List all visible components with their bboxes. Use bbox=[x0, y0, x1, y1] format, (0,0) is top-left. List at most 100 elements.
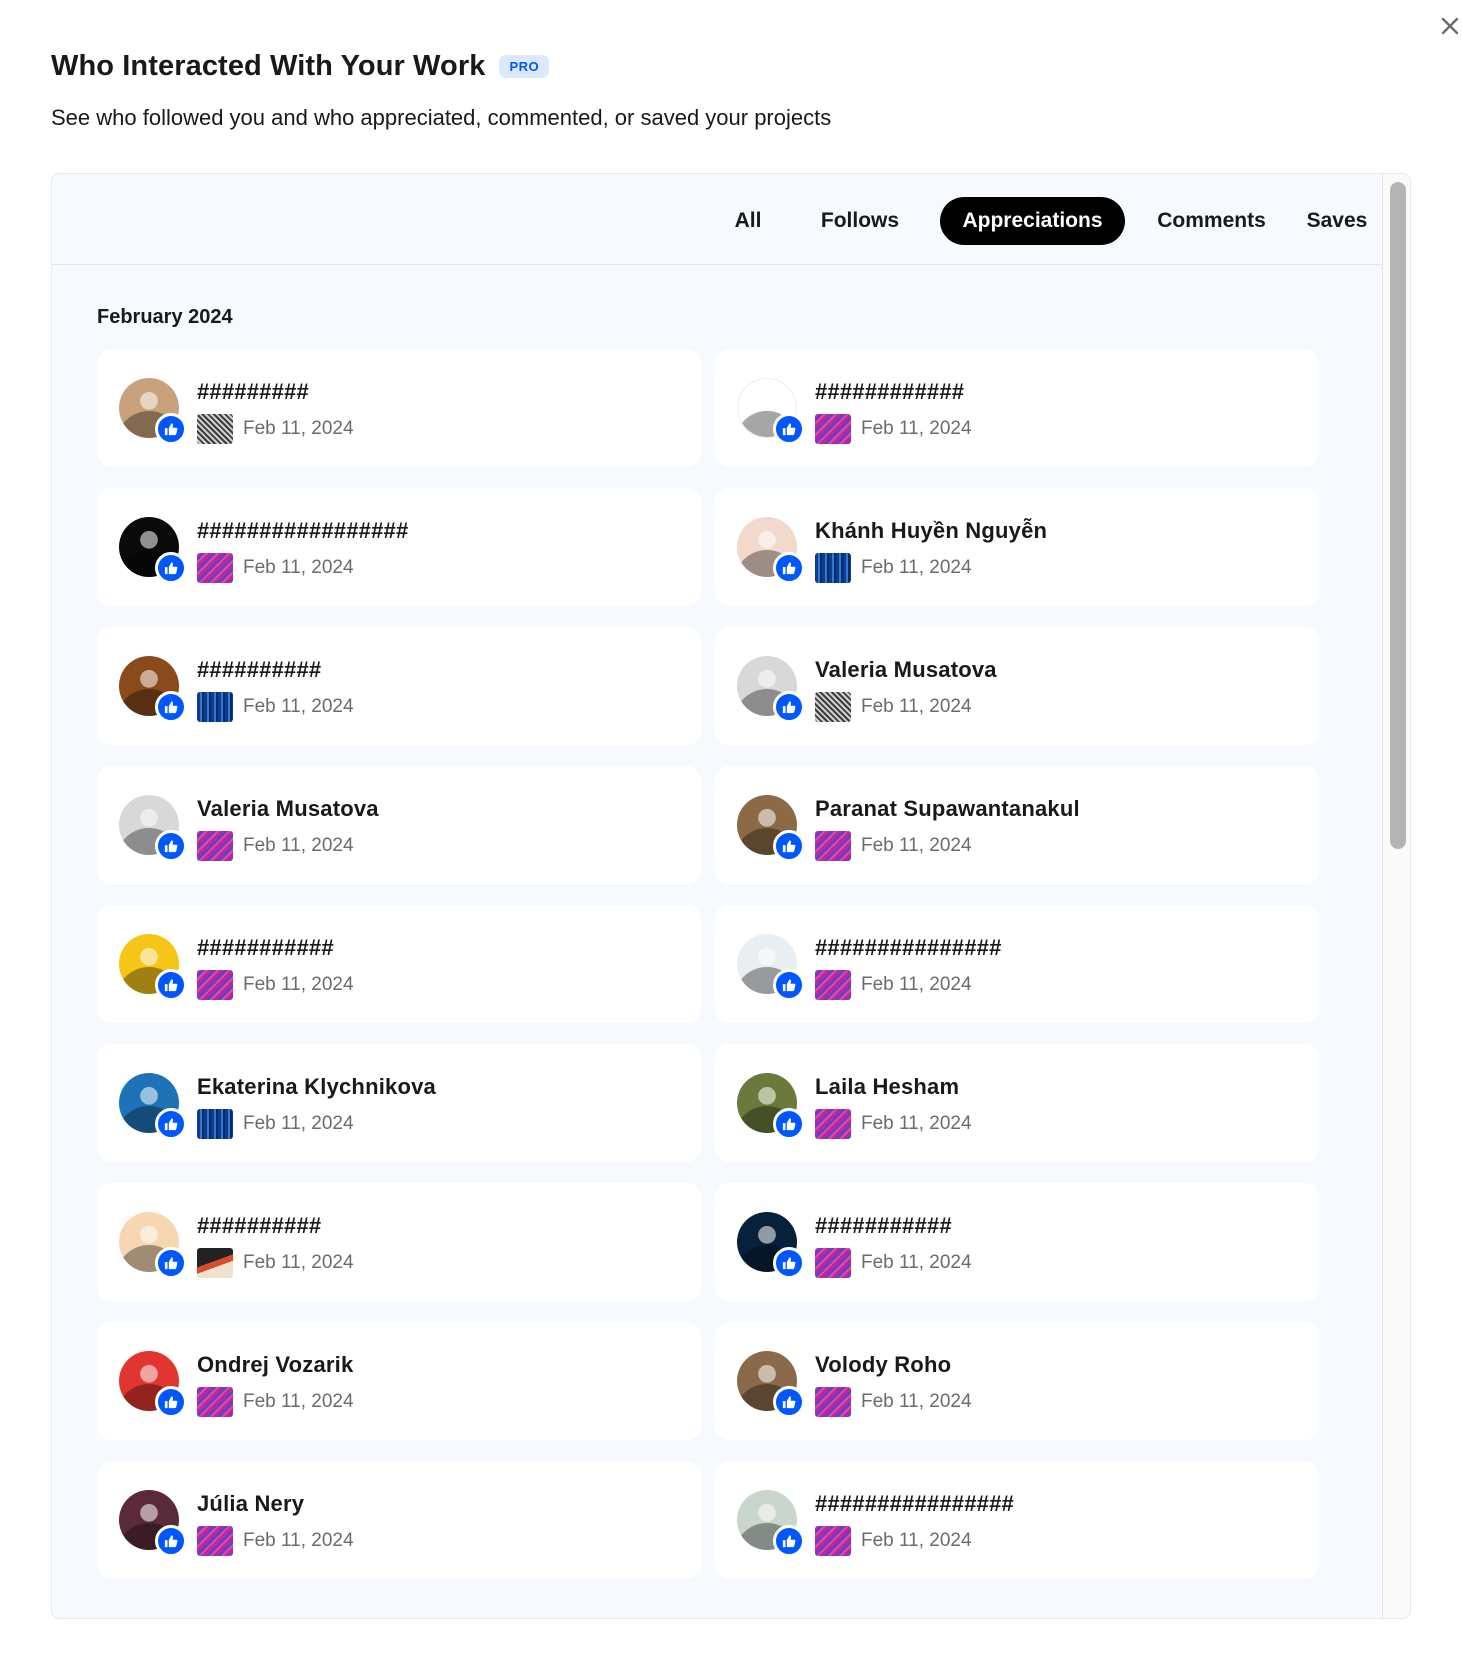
tab-saves[interactable]: Saves bbox=[1297, 197, 1377, 245]
user-name[interactable]: ######### bbox=[197, 379, 309, 405]
user-name[interactable]: ########### bbox=[197, 935, 334, 961]
project-thumbnail[interactable] bbox=[197, 970, 233, 1000]
appreciation-badge bbox=[155, 969, 187, 1001]
thumbs-up-icon bbox=[164, 1396, 178, 1409]
activity-date: Feb 11, 2024 bbox=[243, 418, 354, 439]
tab-appreciations[interactable]: Appreciations bbox=[940, 197, 1125, 245]
appreciation-badge bbox=[773, 552, 805, 584]
appreciation-badge bbox=[773, 1108, 805, 1140]
thumbs-up-icon bbox=[164, 423, 178, 436]
thumbs-up-icon bbox=[782, 562, 796, 575]
appreciation-badge bbox=[155, 1525, 187, 1557]
month-heading: February 2024 bbox=[97, 306, 233, 328]
project-thumbnail[interactable] bbox=[815, 1109, 851, 1139]
activity-card[interactable]: ############ Feb 11, 2024 bbox=[715, 349, 1319, 467]
activity-card[interactable]: Volody Roho Feb 11, 2024 bbox=[715, 1322, 1319, 1440]
activity-card[interactable]: ########### Feb 11, 2024 bbox=[97, 905, 701, 1023]
user-name[interactable]: ############### bbox=[815, 935, 1002, 961]
activity-card[interactable]: ########## Feb 11, 2024 bbox=[97, 1183, 701, 1301]
user-name[interactable]: Valeria Musatova bbox=[815, 657, 997, 683]
thumbs-up-icon bbox=[782, 979, 796, 992]
activity-card[interactable]: Khánh Huyền Nguyễn Feb 11, 2024 bbox=[715, 488, 1319, 606]
activity-card[interactable]: ############### Feb 11, 2024 bbox=[715, 905, 1319, 1023]
project-thumbnail[interactable] bbox=[815, 970, 851, 1000]
activity-card[interactable]: ######### Feb 11, 2024 bbox=[97, 349, 701, 467]
user-name[interactable]: Paranat Supawantanakul bbox=[815, 796, 1080, 822]
user-name[interactable]: ########## bbox=[197, 657, 321, 683]
activity-card[interactable]: ########### Feb 11, 2024 bbox=[715, 1183, 1319, 1301]
appreciation-badge bbox=[773, 1525, 805, 1557]
thumbs-up-icon bbox=[164, 1257, 178, 1270]
user-name[interactable]: ########## bbox=[197, 1213, 321, 1239]
project-thumbnail[interactable] bbox=[815, 414, 851, 444]
project-thumbnail[interactable] bbox=[815, 831, 851, 861]
activity-date: Feb 11, 2024 bbox=[861, 974, 972, 995]
appreciation-badge bbox=[773, 969, 805, 1001]
thumbs-up-icon bbox=[164, 1535, 178, 1548]
activity-card[interactable]: Ondrej Vozarik Feb 11, 2024 bbox=[97, 1322, 701, 1440]
user-name[interactable]: Ondrej Vozarik bbox=[197, 1352, 353, 1378]
activity-card[interactable]: ################# Feb 11, 2024 bbox=[97, 488, 701, 606]
appreciation-badge bbox=[773, 413, 805, 445]
thumbs-up-icon bbox=[164, 1118, 178, 1131]
activity-date: Feb 11, 2024 bbox=[243, 1391, 354, 1412]
user-name[interactable]: ################# bbox=[197, 518, 408, 544]
project-thumbnail[interactable] bbox=[815, 1526, 851, 1556]
appreciation-badge bbox=[773, 830, 805, 862]
thumbs-up-icon bbox=[782, 1118, 796, 1131]
user-name[interactable]: Laila Hesham bbox=[815, 1074, 959, 1100]
thumbs-up-icon bbox=[782, 1257, 796, 1270]
user-name[interactable]: Khánh Huyền Nguyễn bbox=[815, 518, 1047, 544]
appreciation-badge bbox=[155, 552, 187, 584]
activity-card[interactable]: ################ Feb 11, 2024 bbox=[715, 1461, 1319, 1579]
activity-date: Feb 11, 2024 bbox=[243, 974, 354, 995]
project-thumbnail[interactable] bbox=[815, 553, 851, 583]
tab-comments[interactable]: Comments bbox=[1139, 197, 1284, 245]
user-name[interactable]: Ekaterina Klychnikova bbox=[197, 1074, 436, 1100]
project-thumbnail[interactable] bbox=[197, 1109, 233, 1139]
activity-card[interactable]: Valeria Musatova Feb 11, 2024 bbox=[97, 766, 701, 884]
project-thumbnail[interactable] bbox=[197, 1526, 233, 1556]
close-icon bbox=[1441, 17, 1459, 35]
user-name[interactable]: ################ bbox=[815, 1491, 1014, 1517]
user-name[interactable]: ############ bbox=[815, 379, 964, 405]
scrollbar-thumb[interactable] bbox=[1390, 182, 1406, 849]
activity-card[interactable]: Júlia Nery Feb 11, 2024 bbox=[97, 1461, 701, 1579]
activity-card[interactable]: Paranat Supawantanakul Feb 11, 2024 bbox=[715, 766, 1319, 884]
activity-card[interactable]: Valeria Musatova Feb 11, 2024 bbox=[715, 627, 1319, 745]
activity-card[interactable]: Laila Hesham Feb 11, 2024 bbox=[715, 1044, 1319, 1162]
appreciation-badge bbox=[155, 1386, 187, 1418]
project-thumbnail[interactable] bbox=[197, 692, 233, 722]
user-name[interactable]: Júlia Nery bbox=[197, 1491, 304, 1517]
activity-date: Feb 11, 2024 bbox=[243, 696, 354, 717]
activity-card[interactable]: ########## Feb 11, 2024 bbox=[97, 627, 701, 745]
project-thumbnail[interactable] bbox=[197, 553, 233, 583]
activity-date: Feb 11, 2024 bbox=[861, 557, 972, 578]
modal-subtitle: See who followed you and who appreciated… bbox=[51, 105, 832, 130]
scrollbar[interactable] bbox=[1382, 174, 1410, 1618]
project-thumbnail[interactable] bbox=[197, 1387, 233, 1417]
activity-card[interactable]: Ekaterina Klychnikova Feb 11, 2024 bbox=[97, 1044, 701, 1162]
appreciation-badge bbox=[155, 413, 187, 445]
title-row: Who Interacted With Your Work PRO bbox=[51, 50, 1401, 83]
tab-follows[interactable]: Follows bbox=[793, 197, 927, 245]
appreciation-badge bbox=[773, 1247, 805, 1279]
user-name[interactable]: Volody Roho bbox=[815, 1352, 951, 1378]
tab-all[interactable]: All bbox=[716, 197, 780, 245]
close-button[interactable] bbox=[1434, 10, 1462, 42]
user-name[interactable]: Valeria Musatova bbox=[197, 796, 379, 822]
project-thumbnail[interactable] bbox=[197, 831, 233, 861]
project-thumbnail[interactable] bbox=[815, 1387, 851, 1417]
project-thumbnail[interactable] bbox=[197, 1248, 233, 1278]
thumbs-up-icon bbox=[164, 840, 178, 853]
project-thumbnail[interactable] bbox=[815, 692, 851, 722]
thumbs-up-icon bbox=[782, 1535, 796, 1548]
user-name[interactable]: ########### bbox=[815, 1213, 952, 1239]
thumbs-up-icon bbox=[782, 1396, 796, 1409]
activity-date: Feb 11, 2024 bbox=[243, 1530, 354, 1551]
filter-tabs: All Follows Appreciations Comments Saves bbox=[52, 174, 1382, 265]
activity-date: Feb 11, 2024 bbox=[243, 1252, 354, 1273]
project-thumbnail[interactable] bbox=[815, 1248, 851, 1278]
activity-date: Feb 11, 2024 bbox=[243, 835, 354, 856]
project-thumbnail[interactable] bbox=[197, 414, 233, 444]
